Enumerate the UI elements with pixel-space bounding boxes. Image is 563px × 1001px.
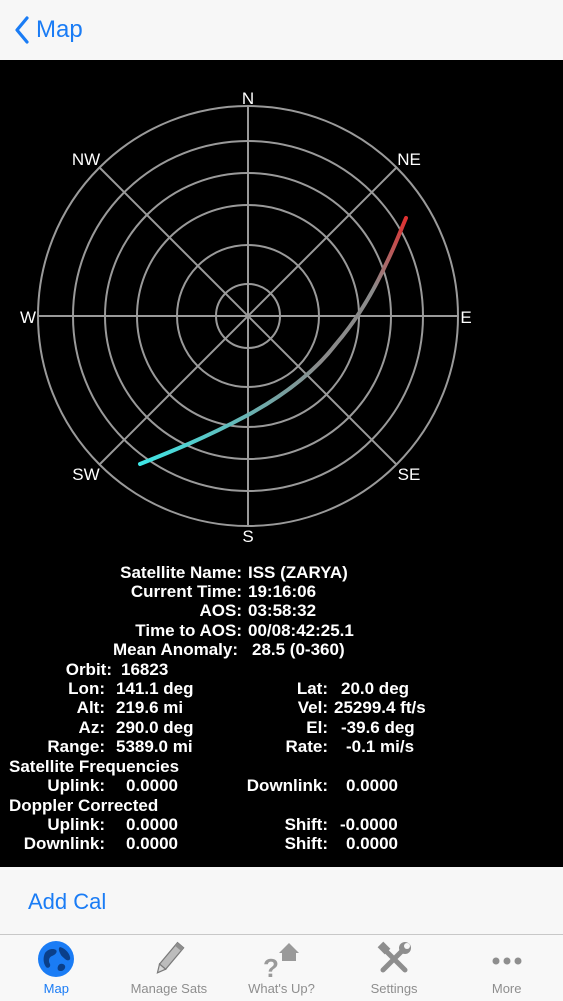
svg-text:?: ? (264, 953, 280, 979)
lat-label: Lat: (296, 679, 328, 698)
mean-anomaly-label: Mean Anomaly: (112, 640, 238, 659)
rate-label: Rate: (285, 737, 328, 756)
lon-value: 141.1 deg (116, 679, 194, 698)
alt-label: Alt: (76, 698, 105, 717)
el-label: El: (306, 718, 328, 737)
direction-w: W (20, 308, 36, 327)
time-to-aos-label: Time to AOS: (135, 621, 242, 640)
range-value: 5389.0 mi (116, 737, 193, 756)
tab-more[interactable]: More (450, 935, 563, 1001)
doppler-shift-uplink-label: Shift: (284, 815, 328, 834)
tab-bar: Map Manage Sats ? What's Up? Settings Mo… (0, 934, 563, 1001)
uplink-value: 0.0000 (126, 776, 178, 795)
direction-nw: NW (72, 150, 100, 169)
direction-ne: NE (397, 150, 421, 169)
tab-settings[interactable]: Settings (338, 935, 451, 1001)
orbit-label: Orbit: (65, 660, 112, 679)
tab-label: Manage Sats (130, 981, 208, 996)
rate-value: -0.1 mi/s (346, 737, 415, 756)
tab-label: Map (43, 981, 69, 996)
doppler-uplink-value: 0.0000 (126, 815, 178, 834)
question-house-icon: ? (264, 943, 300, 979)
back-button[interactable]: Map (14, 12, 83, 48)
direction-se: SE (398, 465, 421, 484)
doppler-downlink-value: 0.0000 (126, 834, 178, 853)
satellite-frequencies-heading: Satellite Frequencies (9, 757, 180, 776)
polar-sky-plot: N NE E SE S SW W NW (20, 89, 472, 546)
globe-icon (38, 941, 75, 977)
alt-value: 219.6 mi (116, 698, 184, 717)
az-value: 290.0 deg (116, 718, 194, 737)
vel-value: 25299.4 ft/s (334, 698, 426, 717)
back-label: Map (36, 16, 83, 43)
tab-label: More (491, 981, 522, 996)
doppler-uplink-label: Uplink: (47, 815, 105, 834)
current-time-value: 19:16:06 (248, 582, 317, 601)
el-value: -39.6 deg (341, 718, 415, 737)
tab-manage-sats[interactable]: Manage Sats (113, 935, 226, 1001)
current-time-label: Current Time: (130, 582, 242, 601)
tab-label: Settings (370, 981, 418, 996)
direction-n: N (242, 89, 254, 108)
tab-whats-up[interactable]: ? What's Up? (225, 935, 338, 1001)
doppler-shift-downlink-value: 0.0000 (346, 834, 398, 853)
direction-sw: SW (72, 465, 99, 484)
tab-map[interactable]: Map (0, 935, 113, 1001)
doppler-shift-uplink-value: -0.0000 (340, 815, 398, 834)
pencil-icon (156, 941, 185, 974)
range-label: Range: (47, 737, 105, 756)
add-cal-row: Add Cal (0, 867, 563, 935)
satellite-panel: N NE E SE S SW W NW Satellite Name: ISS … (0, 60, 563, 867)
chevron-left-icon (15, 16, 29, 44)
direction-e: E (460, 308, 471, 327)
az-label: Az: (78, 718, 105, 737)
uplink-label: Uplink: (47, 776, 105, 795)
doppler-corrected-heading: Doppler Corrected (9, 796, 159, 815)
lon-label: Lon: (68, 679, 105, 698)
orbit-value: 16823 (121, 660, 169, 679)
downlink-value: 0.0000 (346, 776, 398, 795)
direction-s: S (242, 527, 253, 546)
doppler-downlink-label: Downlink: (23, 834, 105, 853)
more-dots-icon (492, 957, 522, 965)
add-cal-button[interactable]: Add Cal (28, 889, 106, 915)
tab-label: What's Up? (248, 981, 315, 996)
mean-anomaly-value: 28.5 (0-360) (252, 640, 345, 659)
aos-value: 03:58:32 (248, 601, 317, 620)
tools-icon (377, 941, 412, 973)
satellite-name-value: ISS (ZARYA) (248, 563, 348, 582)
satellite-name-label: Satellite Name: (120, 563, 242, 582)
time-to-aos-value: 00/08:42:25.1 (248, 621, 354, 640)
aos-label: AOS: (199, 601, 243, 620)
downlink-label: Downlink: (246, 776, 328, 795)
doppler-shift-downlink-label: Shift: (284, 834, 328, 853)
navigation-bar: Map (0, 0, 563, 60)
vel-label: Vel: (297, 698, 328, 717)
lat-value: 20.0 deg (341, 679, 410, 698)
